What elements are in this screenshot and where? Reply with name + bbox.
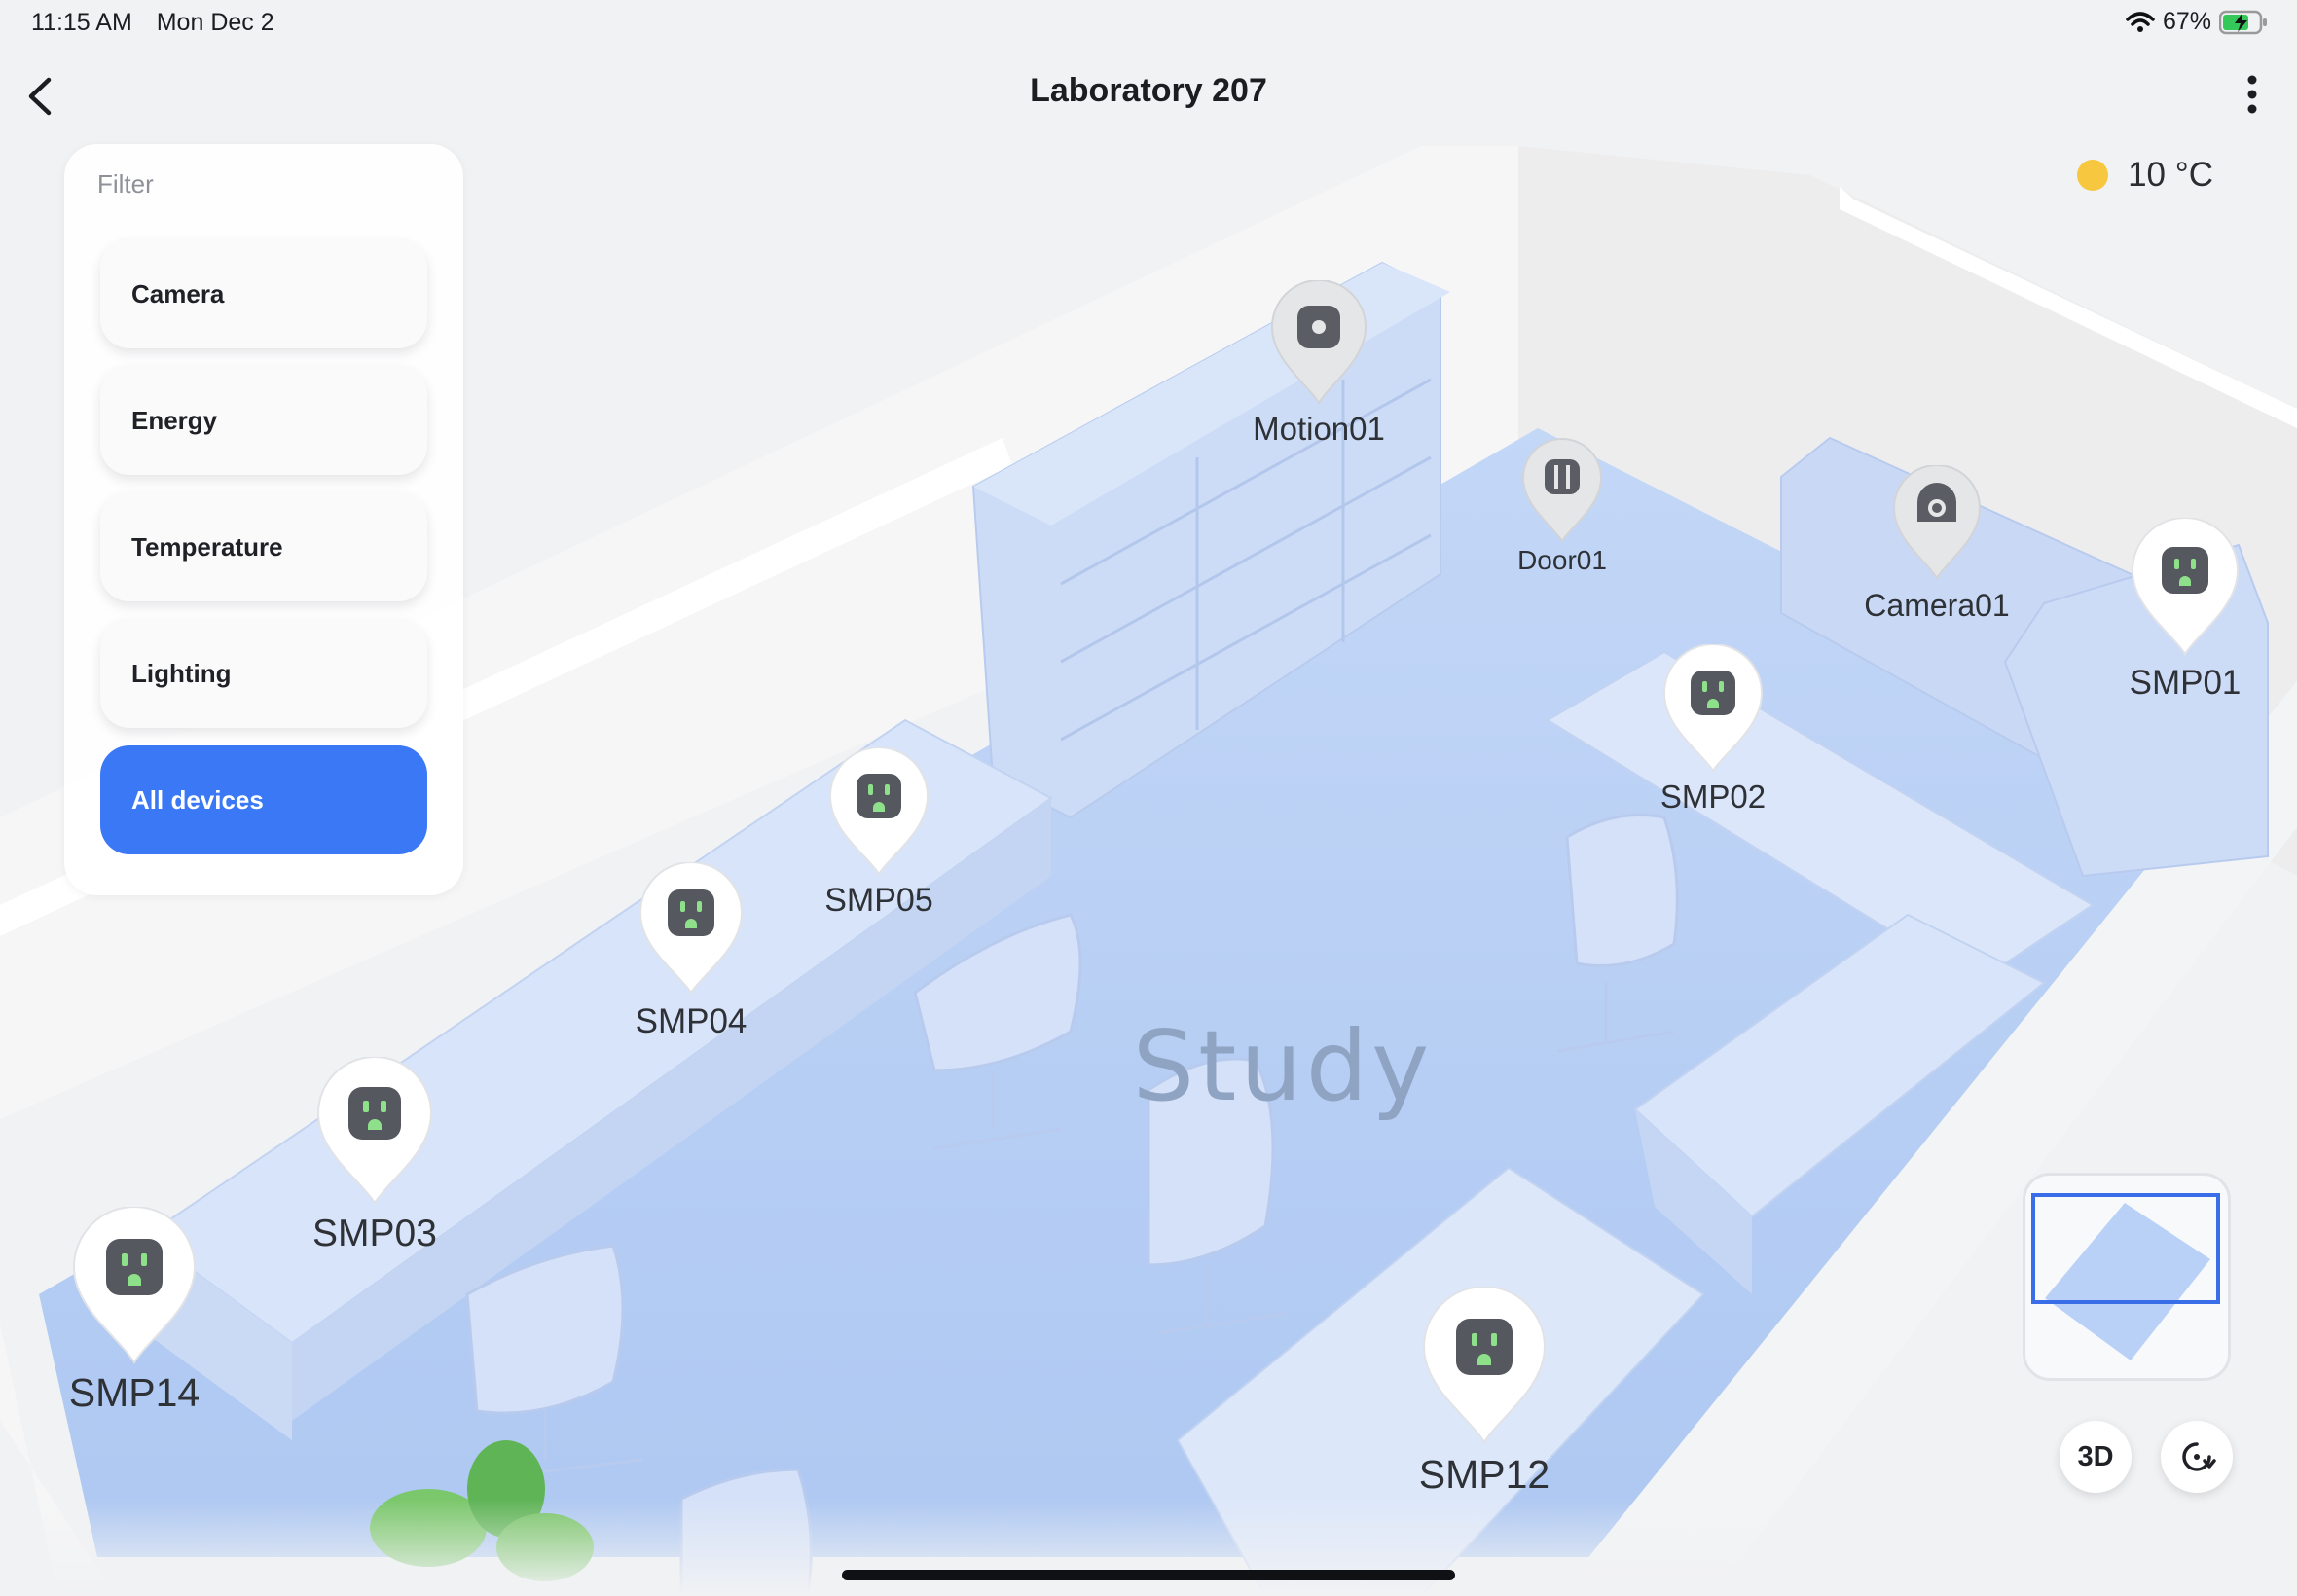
page-title: Laboratory 207 xyxy=(1030,72,1267,109)
filter-temperature-button[interactable]: Temperature xyxy=(100,492,427,601)
home-indicator[interactable] xyxy=(842,1570,1455,1580)
view-mode-label: 3D xyxy=(2077,1440,2114,1472)
filter-option-label: Temperature xyxy=(131,531,283,562)
filter-lighting-button[interactable]: Lighting xyxy=(100,619,427,728)
device-label: SMP04 xyxy=(635,1002,747,1040)
filter-option-label: Lighting xyxy=(131,658,232,688)
filter-option-label: Camera xyxy=(131,278,225,308)
smart-plug-icon xyxy=(2131,518,2240,656)
minimap[interactable] xyxy=(2023,1173,2231,1381)
smart-plug-icon xyxy=(1662,644,1764,773)
filter-camera-button[interactable]: Camera xyxy=(100,239,427,348)
sun-icon xyxy=(2077,160,2109,191)
room-label: Study xyxy=(1133,1009,1434,1123)
status-time: 11:15 AM xyxy=(31,9,132,36)
battery-percent: 67% xyxy=(2162,8,2211,35)
filter-energy-button[interactable]: Energy xyxy=(100,366,427,475)
device-label: SMP14 xyxy=(68,1370,201,1415)
smart-plug-icon xyxy=(72,1207,197,1364)
door-sensor-icon xyxy=(1521,438,1603,543)
camera-icon xyxy=(1892,465,1982,580)
smart-plug-icon xyxy=(1422,1287,1547,1444)
device-label: Motion01 xyxy=(1253,411,1385,447)
wifi-icon xyxy=(2126,11,2155,32)
minimap-room-shape xyxy=(2031,1193,2220,1360)
filter-panel: Filter Camera Energy Temperature Lightin… xyxy=(64,144,463,895)
motion-sensor-icon xyxy=(1270,280,1367,405)
smart-plug-icon xyxy=(828,747,930,876)
weather-widget: 10 °C xyxy=(2077,156,2213,195)
temperature-value: 10 °C xyxy=(2128,156,2213,194)
device-label: SMP12 xyxy=(1418,1452,1550,1497)
device-label: SMP02 xyxy=(1659,779,1767,815)
device-label: SMP05 xyxy=(824,882,933,919)
rotate-reset-icon xyxy=(2182,1442,2216,1471)
filter-title: Filter xyxy=(97,169,154,199)
device-label: SMP03 xyxy=(312,1213,437,1254)
status-bar: 11:15 AM Mon Dec 2 67% xyxy=(0,0,2297,47)
battery-charging-icon xyxy=(2219,10,2267,34)
device-label: Door01 xyxy=(1517,545,1607,575)
device-label: Camera01 xyxy=(1864,588,2010,623)
filter-option-label: All devices xyxy=(131,784,264,815)
more-options-button[interactable] xyxy=(2233,70,2272,123)
more-vertical-icon xyxy=(2247,75,2257,114)
view-3d-button[interactable]: 3D xyxy=(2060,1421,2132,1493)
smart-plug-icon xyxy=(638,862,744,995)
reset-view-button[interactable] xyxy=(2161,1421,2233,1493)
smart-plug-icon xyxy=(316,1057,433,1205)
bottom-fade xyxy=(0,1499,2297,1596)
filter-option-label: Energy xyxy=(131,405,218,435)
filter-all-devices-button[interactable]: All devices xyxy=(100,745,427,854)
device-label: SMP01 xyxy=(2129,664,2242,702)
status-date: Mon Dec 2 xyxy=(156,9,274,36)
